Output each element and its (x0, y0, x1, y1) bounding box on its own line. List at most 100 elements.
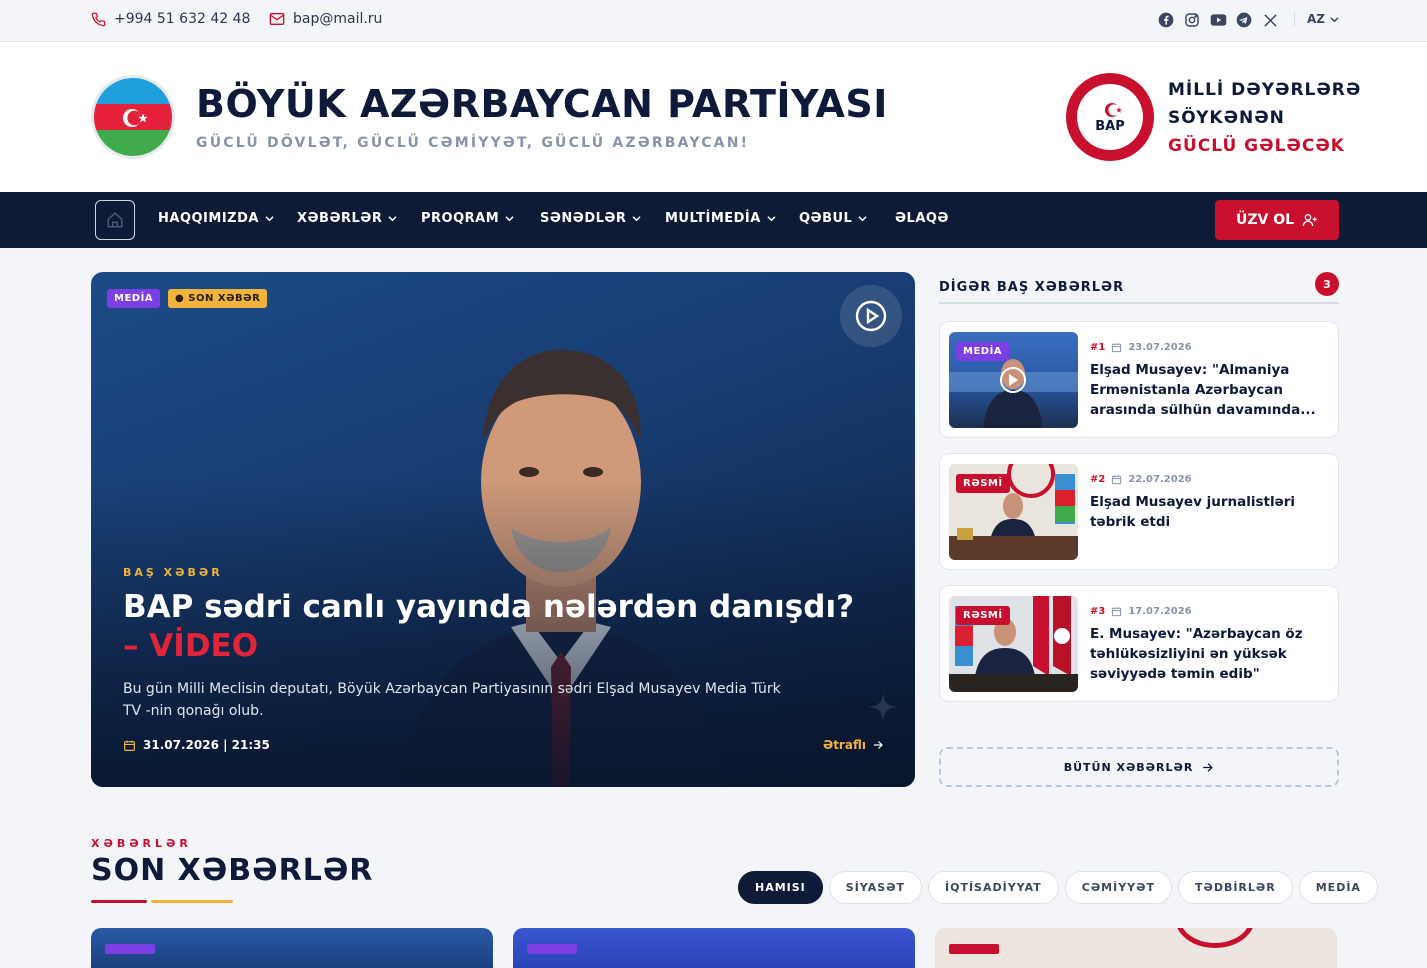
media-badge: MEDİA (107, 289, 161, 308)
arrow-right-icon (873, 741, 883, 749)
hero-title[interactable]: BAP sədri canlı yayında nələrdən danışdı… (123, 588, 863, 666)
title-underline-red (91, 900, 147, 903)
card-badge: RƏSMİ (956, 606, 1010, 625)
filter-economy[interactable]: İQTİSADİYYAT (928, 871, 1059, 904)
party-slogan: GÜCLÜ DÖVLƏT, GÜCLÜ CƏMİYYƏT, GÜCLÜ AZƏR… (196, 135, 750, 151)
play-button[interactable] (840, 285, 902, 347)
filter-events[interactable]: TƏDBİRLƏR (1177, 871, 1293, 904)
hero-kicker: BAŞ XƏBƏR (123, 566, 223, 579)
card-logo-partial (1175, 928, 1255, 948)
motto: MİLLİ DƏYƏRLƏRƏ SÖYKƏNƏN GÜCLÜ GƏLƏCƏK (1168, 76, 1361, 160)
sparkle-icon (868, 692, 898, 722)
mail-icon (269, 13, 285, 25)
telegram-icon[interactable] (1235, 11, 1253, 29)
sidebar-news-card[interactable]: RƏSMİ #2 22.07.2026 Elşad Musayev jurnal… (939, 453, 1339, 570)
card-meta: #1 23.07.2026 (1090, 342, 1192, 353)
card-badge-partial (105, 944, 155, 954)
bap-logo-text: BAP (1095, 118, 1125, 134)
filter-society[interactable]: CƏMİYYƏT (1064, 871, 1172, 904)
sidebar-news-card[interactable]: MEDİA #1 23.07.2026 Elşad Musayev: "Alma… (939, 321, 1339, 438)
crescent-star-icon (123, 108, 148, 127)
party-title: BÖYÜK AZƏRBAYCAN PARTİYASI (196, 82, 888, 126)
news-card-preview[interactable] (513, 928, 915, 968)
join-label: ÜZV OL (1235, 212, 1295, 228)
sidebar-news-card[interactable]: RƏSMİ #3 17.07.2026 E. Musayev: "Azərbay… (939, 585, 1339, 702)
email-contact[interactable]: bap@mail.ru (269, 11, 382, 27)
news-thumbnail: RƏSMİ (949, 464, 1078, 560)
title-underline-gold (151, 900, 233, 903)
news-card-preview[interactable] (91, 928, 493, 968)
card-title[interactable]: Elşad Musayev: "Almaniya Ermənistanla Az… (1090, 360, 1332, 420)
chevron-down-icon (1330, 16, 1339, 22)
news-card-preview[interactable] (935, 928, 1337, 968)
nav-label: HAQQIMIZDA (158, 211, 259, 226)
language-select[interactable]: AZ (1294, 12, 1339, 26)
x-icon[interactable] (1261, 11, 1279, 29)
instagram-icon[interactable] (1183, 11, 1201, 29)
nav-label: XƏBƏRLƏR (297, 211, 383, 226)
motto-line-1: MİLLİ DƏYƏRLƏRƏ (1168, 80, 1362, 100)
all-news-label: BÜTÜN XƏBƏRLƏR (1063, 760, 1194, 774)
nav-item-multimedia[interactable]: MULTİMEDİA (665, 211, 776, 226)
chevron-down-icon (265, 216, 274, 222)
home-button[interactable] (95, 200, 135, 240)
card-title[interactable]: E. Musayev: "Azərbaycan öz təhlükəsizliy… (1090, 624, 1332, 684)
nav-item-senedler[interactable]: SƏNƏDLƏR (540, 211, 642, 226)
latest-news-label: SON XƏBƏR (188, 293, 261, 304)
hero-title-accent: – VİDEO (123, 628, 259, 664)
email-text: bap@mail.ru (293, 11, 383, 27)
hero-tags: MEDİA ● SON XƏBƏR (107, 289, 268, 308)
card-title[interactable]: Elşad Musayev jurnalistləri təbrik etdi (1090, 492, 1332, 532)
latest-news-badge: ● SON XƏBƏR (168, 289, 268, 308)
hero-title-text: BAP sədri canlı yayında nələrdən danışdı… (123, 589, 855, 625)
bap-logo[interactable]: BAP (1066, 73, 1154, 161)
site-header: BÖYÜK AZƏRBAYCAN PARTİYASI GÜCLÜ DÖVLƏT,… (0, 42, 1427, 192)
filter-politics[interactable]: SİYASƏT (828, 871, 922, 904)
facebook-icon[interactable] (1157, 11, 1175, 29)
card-date: 23.07.2026 (1128, 342, 1192, 353)
calendar-icon (1112, 475, 1122, 485)
calendar-icon (1112, 607, 1122, 617)
section-kicker: XƏBƏRLƏR (91, 837, 192, 850)
nav-label: MULTİMEDİA (665, 211, 761, 226)
nav-item-elaqe[interactable]: ƏLAQƏ (895, 211, 949, 226)
motto-line-2: SÖYKƏNƏN (1168, 108, 1285, 128)
nav-label: PROQRAM (421, 211, 500, 226)
card-meta: #2 22.07.2026 (1090, 474, 1192, 485)
join-button[interactable]: ÜZV OL (1215, 200, 1339, 240)
nav-item-xeberler[interactable]: XƏBƏRLƏR (297, 211, 397, 226)
social-links (1157, 11, 1279, 29)
news-thumbnail: RƏSMİ (949, 596, 1078, 692)
azerbaijan-flag-logo[interactable] (91, 75, 175, 159)
more-label: Ətraflı (823, 738, 866, 752)
news-thumbnail: MEDİA (949, 332, 1078, 428)
filter-all[interactable]: HAMISI (738, 871, 823, 904)
card-meta: #3 17.07.2026 (1090, 606, 1192, 617)
nav-item-proqram[interactable]: PROQRAM (421, 211, 514, 226)
phone-contact[interactable]: +994 51 632 42 48 (91, 11, 250, 27)
hero-date-text: 31.07.2026 | 21:35 (143, 738, 270, 752)
card-date: 17.07.2026 (1128, 606, 1192, 617)
filter-media[interactable]: MEDİA (1298, 871, 1378, 904)
phone-text: +994 51 632 42 48 (114, 11, 251, 27)
motto-line-3: GÜCLÜ GƏLƏCƏK (1168, 136, 1345, 156)
card-badge: RƏSMİ (956, 474, 1010, 493)
hero-more-link[interactable]: Ətraflı (823, 738, 884, 752)
card-number: #1 (1090, 342, 1106, 353)
nav-item-qebul[interactable]: QƏBUL (799, 211, 867, 226)
play-icon (855, 300, 887, 332)
nav-item-haqqimizda[interactable]: HAQQIMIZDA (158, 211, 274, 226)
phone-icon (91, 12, 106, 26)
hero-news-card[interactable]: MEDİA ● SON XƏBƏR BAŞ XƏBƏR BAP sədri ca… (91, 272, 915, 787)
calendar-icon (124, 740, 135, 751)
youtube-icon[interactable] (1209, 11, 1227, 29)
nav-label: ƏLAQƏ (895, 211, 949, 226)
arrow-right-icon (1203, 762, 1214, 772)
category-filters: HAMISI SİYASƏT İQTİSADİYYAT CƏMİYYƏT TƏD… (738, 871, 1378, 904)
card-number: #2 (1090, 474, 1106, 485)
bap-emblem-icon (1105, 102, 1122, 117)
chevron-down-icon (858, 216, 867, 222)
all-news-button[interactable]: BÜTÜN XƏBƏRLƏR (939, 747, 1339, 787)
chevron-down-icon (632, 216, 642, 222)
section-title: SON XƏBƏRLƏR (91, 853, 374, 888)
